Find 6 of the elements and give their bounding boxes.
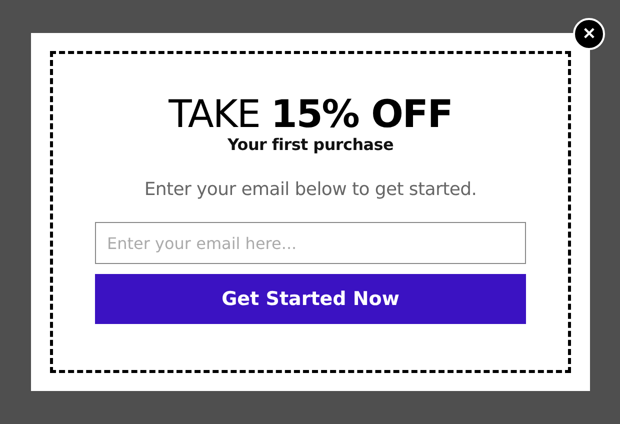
get-started-button[interactable]: Get Started Now bbox=[95, 274, 526, 324]
email-field[interactable]: Enter your email here... bbox=[95, 222, 526, 264]
close-button[interactable]: ✕ bbox=[573, 18, 605, 50]
prompt-text: Enter your email below to get started. bbox=[144, 179, 477, 200]
offer-title: TAKE 15% OFF bbox=[168, 92, 452, 136]
offer-subtitle: Your first purchase bbox=[227, 135, 394, 154]
